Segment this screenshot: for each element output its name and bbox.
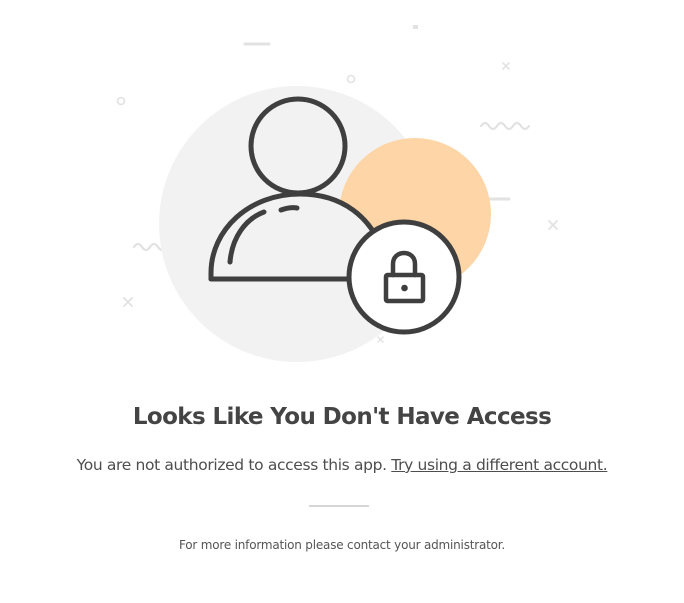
padlock-icon (346, 219, 462, 335)
contact-admin-note: For more information please contact your… (178, 538, 506, 552)
access-message: You are not authorized to access this ap… (0, 456, 684, 474)
access-message-text: You are not authorized to access this ap… (76, 456, 387, 474)
divider (309, 505, 369, 507)
page-title: Looks Like You Don't Have Access (132, 404, 552, 430)
switch-account-link[interactable]: Try using a different account. (391, 456, 607, 474)
access-denied-illustration (116, 25, 558, 362)
